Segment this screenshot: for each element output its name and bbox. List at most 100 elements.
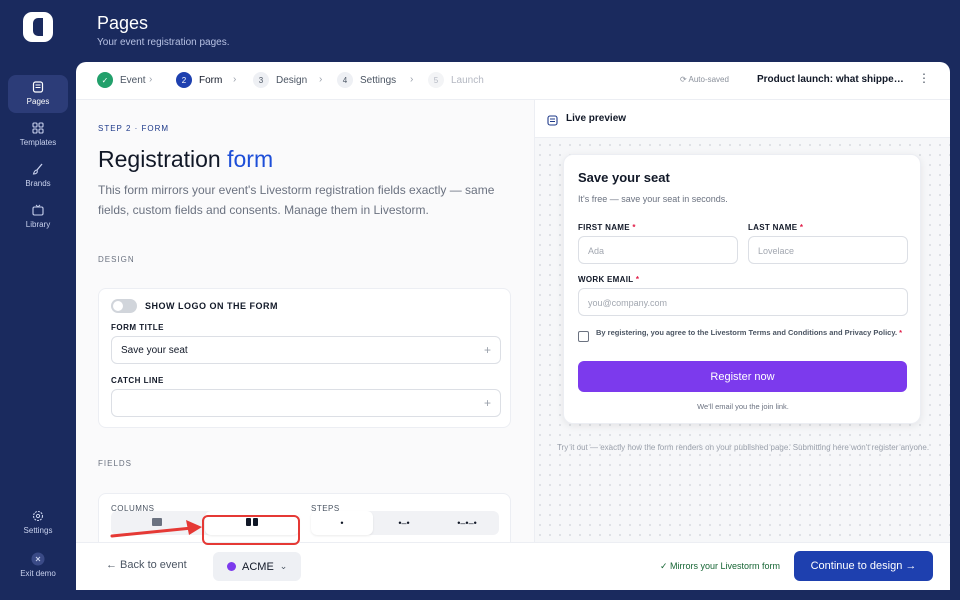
step-label: Settings xyxy=(360,74,397,86)
rail-item-templates[interactable]: Templates xyxy=(8,116,68,154)
step-number: 2 xyxy=(176,72,192,88)
consent-label: By registering, you agree to the Livesto… xyxy=(596,328,898,337)
form-description: This form mirrors your event's Livestorm… xyxy=(98,183,495,217)
preview-catch-line: It's free — save your seat in seconds. xyxy=(578,194,728,204)
live-preview-pane: Live preview Save your seat It's free — … xyxy=(534,100,950,542)
first-name-label: FIRST NAME * xyxy=(578,223,636,232)
pointer-arrow-icon xyxy=(110,520,202,538)
show-logo-row: SHOW LOGO ON THE FORM xyxy=(111,299,278,313)
design-panel: SHOW LOGO ON THE FORM FORM TITLE Save yo… xyxy=(98,288,511,428)
two-steps-option[interactable]: •–• xyxy=(373,511,435,535)
register-now-button[interactable]: Register now xyxy=(578,361,907,392)
heading-main: Registration xyxy=(98,146,221,172)
autosaved-label: Auto-saved xyxy=(688,75,729,84)
preview-icon xyxy=(547,113,558,126)
heading-accent: form xyxy=(227,146,274,172)
brand-selector[interactable]: ACME ⌄ xyxy=(213,552,301,581)
step-number: 3 xyxy=(253,72,269,88)
step-form[interactable]: 2 Form xyxy=(176,72,222,88)
work-email-input[interactable]: you@company.com xyxy=(578,288,908,316)
catch-line-input[interactable]: + xyxy=(111,389,501,417)
rail-item-label: Pages xyxy=(26,97,50,106)
last-name-input[interactable]: Lovelace xyxy=(748,236,908,264)
pages-icon xyxy=(31,80,45,94)
two-dots-icon: •–• xyxy=(398,518,410,528)
chevron-right-icon: › xyxy=(410,74,414,85)
left-rail: Pages Templates Brands Library Settings … xyxy=(0,0,76,600)
plus-icon[interactable]: + xyxy=(484,396,491,410)
required-mark: * xyxy=(799,223,804,232)
preview-form-title: Save your seat xyxy=(578,170,670,185)
check-icon: ✓ xyxy=(97,72,113,88)
first-name-input[interactable]: Ada xyxy=(578,236,738,264)
continue-to-design-button[interactable]: Continue to design → xyxy=(794,551,933,581)
registration-form-preview: Save your seat It's free — save your sea… xyxy=(563,154,921,424)
work-email-label-text: WORK EMAIL xyxy=(578,275,634,284)
catch-line-label: CATCH LINE xyxy=(111,376,164,385)
rail-item-label: Exit demo xyxy=(20,569,56,578)
more-options-icon[interactable]: ⋮ xyxy=(918,71,930,85)
work-email-label: WORK EMAIL * xyxy=(578,275,639,284)
chevron-down-icon: ⌄ xyxy=(279,561,288,571)
steps-selector: • •–• •–•–• xyxy=(311,511,499,535)
last-name-placeholder: Lovelace xyxy=(758,246,795,256)
three-steps-option[interactable]: •–•–• xyxy=(435,511,499,535)
page-subtitle: Your event registration pages. xyxy=(97,37,230,48)
rail-item-exit-demo[interactable]: Exit demo xyxy=(8,547,68,585)
editor-card: ✓ Event › 2 Form › 3 Design › 4 Settings… xyxy=(76,62,950,590)
form-editor: STEP 2 · FORM Registration form This for… xyxy=(76,100,534,542)
document-title[interactable]: Product launch: what shipped this quarte… xyxy=(757,74,907,85)
highlight-box xyxy=(202,515,300,545)
brush-icon xyxy=(31,162,45,176)
autosaved-status: ⟳ Auto-saved xyxy=(680,75,729,84)
brand-color-dot xyxy=(227,562,236,571)
grid-icon xyxy=(31,121,45,135)
plus-icon[interactable]: + xyxy=(484,343,491,357)
one-step-option[interactable]: • xyxy=(311,511,373,535)
step-event[interactable]: ✓ Event xyxy=(97,72,146,88)
mirrors-status: ✓ Mirrors your Livestorm form xyxy=(660,561,781,571)
required-mark: * xyxy=(635,275,640,284)
design-section-label: DESIGN xyxy=(98,255,135,264)
consent-checkbox[interactable] xyxy=(578,331,589,342)
exit-icon xyxy=(31,552,45,566)
live-preview-label: Live preview xyxy=(566,113,627,124)
required-mark: * xyxy=(899,328,903,337)
brand-name: ACME xyxy=(242,560,274,573)
first-name-placeholder: Ada xyxy=(588,246,605,256)
one-dot-icon: • xyxy=(340,518,344,528)
step-settings[interactable]: 4 Settings xyxy=(337,72,396,88)
rail-item-pages[interactable]: Pages xyxy=(8,75,68,113)
step-number: 5 xyxy=(428,72,444,88)
sync-icon: ⟳ xyxy=(680,75,687,84)
last-name-label-text: LAST NAME xyxy=(748,223,798,232)
show-logo-label: SHOW LOGO ON THE FORM xyxy=(145,301,278,311)
preview-note: Try it out — exactly how the form render… xyxy=(556,443,930,452)
rail-item-brands[interactable]: Brands xyxy=(8,157,68,195)
required-mark: * xyxy=(632,223,636,232)
step-label: Form xyxy=(199,74,223,86)
preview-footnote: We'll email you the join link. xyxy=(697,402,789,411)
gear-icon xyxy=(31,509,45,523)
rail-item-label: Templates xyxy=(19,138,57,147)
rail-item-library[interactable]: Library xyxy=(8,198,68,236)
show-logo-toggle[interactable] xyxy=(111,299,137,313)
chevron-right-icon: › xyxy=(233,74,237,85)
last-name-label: LAST NAME * xyxy=(748,223,803,232)
rail-item-label: Brands xyxy=(25,179,51,188)
app-logo[interactable] xyxy=(23,12,53,42)
step-launch: 5 Launch xyxy=(428,72,484,88)
rail-item-label: Library xyxy=(25,220,51,229)
rail-item-label: Settings xyxy=(23,526,53,535)
work-email-placeholder: you@company.com xyxy=(588,298,668,308)
back-to-event-button[interactable]: ← Back to event xyxy=(106,559,187,571)
step-design[interactable]: 3 Design xyxy=(253,72,307,88)
form-title-value: Save your seat xyxy=(121,345,188,356)
first-name-label-text: FIRST NAME xyxy=(578,223,630,232)
form-title-input[interactable]: Save your seat + xyxy=(111,336,501,364)
chevron-right-icon: › xyxy=(319,74,323,85)
rail-item-settings[interactable]: Settings xyxy=(8,504,68,542)
stepper: ✓ Event › 2 Form › 3 Design › 4 Settings… xyxy=(76,62,950,100)
step-eyebrow: STEP 2 · FORM xyxy=(98,124,170,133)
page-title: Pages xyxy=(97,13,149,33)
